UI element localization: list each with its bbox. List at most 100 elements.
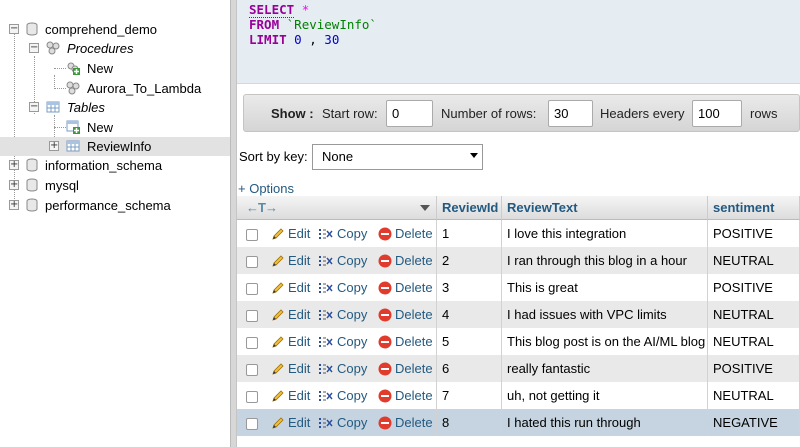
expand-icon[interactable]: + [49, 141, 59, 151]
delete-button[interactable]: Delete [378, 333, 433, 350]
cell-reviewtext[interactable]: I love this integration [502, 220, 709, 247]
expand-icon[interactable]: + [9, 180, 19, 190]
headers-every-input[interactable] [692, 100, 742, 127]
edit-button[interactable]: Edit [271, 252, 310, 269]
edit-cell: Edit [271, 328, 318, 355]
delete-button[interactable]: Delete [378, 387, 433, 404]
cell-reviewid[interactable]: 1 [437, 220, 503, 247]
routine-icon [66, 81, 80, 95]
row-checkbox[interactable] [246, 417, 258, 430]
row-checkbox[interactable] [246, 255, 258, 268]
copy-button[interactable]: Copy [318, 306, 367, 323]
tables-icon [46, 101, 60, 113]
copy-icon [319, 229, 333, 240]
column-header-reviewtext[interactable]: ReviewText [502, 196, 709, 220]
edit-button[interactable]: Edit [271, 414, 311, 431]
cell-reviewid[interactable]: 5 [437, 328, 503, 355]
start-row-input[interactable] [386, 100, 433, 127]
delete-button[interactable]: Delete [378, 252, 433, 269]
new-procedure-icon [67, 62, 80, 75]
cell-reviewtext[interactable]: This is great [502, 274, 709, 301]
copy-button[interactable]: Copy [318, 279, 367, 296]
cell-sentiment[interactable]: POSITIVE [708, 355, 800, 382]
cell-reviewid[interactable]: 2 [437, 247, 503, 274]
tree-item-reviewinfo[interactable]: + ReviewInfo [0, 137, 230, 156]
column-resize-icon[interactable]: ←T→ [246, 200, 278, 215]
cell-sentiment[interactable]: NEGATIVE [708, 409, 800, 436]
copy-button[interactable]: Copy [318, 333, 367, 350]
cell-reviewtext[interactable]: This blog post is on the AI/ML blog [502, 328, 709, 355]
cell-sentiment[interactable]: NEUTRAL [708, 247, 800, 274]
expand-icon[interactable]: + [9, 160, 19, 170]
cell-sentiment[interactable]: NEUTRAL [708, 382, 800, 409]
table-row[interactable]: Edit Copy Delete 2 I ran through this blog i… [237, 247, 800, 274]
table-row[interactable]: Edit Copy Delete 4 I had issues with VPC lim… [237, 301, 800, 328]
copy-button[interactable]: Copy [318, 225, 367, 242]
cell-sentiment[interactable]: NEUTRAL [708, 328, 800, 355]
panel-divider[interactable] [230, 0, 237, 447]
collapse-icon[interactable]: − [29, 102, 39, 112]
number-of-rows-input[interactable] [548, 100, 593, 127]
cell-sentiment[interactable]: POSITIVE [708, 220, 800, 247]
cell-reviewtext[interactable]: I had issues with VPC limits [502, 301, 709, 328]
cell-reviewid[interactable]: 3 [437, 274, 503, 301]
column-header-sentiment[interactable]: sentiment [708, 196, 800, 220]
delete-button[interactable]: Delete [378, 360, 433, 377]
row-select-cell [237, 220, 271, 247]
cell-reviewtext[interactable]: I hated this run through [502, 409, 709, 436]
delete-button[interactable]: Delete [378, 279, 433, 296]
options-link[interactable]: + Options [238, 181, 294, 196]
row-checkbox[interactable] [246, 309, 258, 322]
procedures-icon [46, 41, 60, 55]
table-row[interactable]: Edit Copy Delete 7 uh, not getting it NEUTRAL [237, 382, 800, 409]
cell-reviewid[interactable]: 7 [437, 382, 503, 409]
delete-cell: Delete [378, 247, 438, 274]
pencil-icon [272, 390, 284, 402]
edit-button[interactable]: Edit [271, 360, 310, 377]
column-header-reviewid[interactable]: ReviewId [437, 196, 503, 220]
row-checkbox[interactable] [246, 228, 258, 241]
edit-button[interactable]: Edit [271, 333, 310, 350]
cell-reviewid[interactable]: 6 [437, 355, 503, 382]
copy-button[interactable]: Copy [318, 360, 367, 377]
database-icon [26, 198, 38, 212]
cell-sentiment[interactable]: NEUTRAL [708, 301, 800, 328]
collapse-icon[interactable]: − [29, 43, 39, 53]
row-checkbox[interactable] [246, 336, 258, 349]
delete-button[interactable]: Delete [378, 225, 433, 242]
collapse-icon[interactable]: − [9, 24, 19, 34]
number-of-rows-label: Number of rows: [441, 106, 537, 121]
table-row[interactable]: Edit Copy Delete 3 This is great POSITIVE [237, 274, 800, 301]
row-checkbox[interactable] [246, 390, 258, 403]
sort-down-icon[interactable] [420, 205, 431, 212]
delete-label: Delete [395, 415, 433, 431]
table-row[interactable]: Edit Copy Delete 6 really fantastic POSITIVE [237, 355, 800, 382]
edit-button[interactable]: Edit [271, 279, 310, 296]
copy-button[interactable]: Copy [318, 387, 367, 404]
sql-number: 30 [324, 32, 340, 47]
copy-button[interactable]: Copy [318, 414, 367, 431]
cell-sentiment[interactable]: POSITIVE [708, 274, 800, 301]
sort-by-key-select[interactable]: None [312, 144, 483, 170]
table-row[interactable]: Edit Copy Delete 1 I love this integration PO… [237, 220, 800, 247]
cell-reviewtext[interactable]: really fantastic [502, 355, 709, 382]
edit-label: Edit [288, 415, 311, 431]
delete-button[interactable]: Delete [378, 306, 433, 323]
cell-reviewtext[interactable]: uh, not getting it [502, 382, 709, 409]
row-checkbox[interactable] [246, 363, 258, 376]
row-checkbox[interactable] [246, 282, 258, 295]
delete-button[interactable]: Delete [378, 414, 433, 431]
cell-reviewid[interactable]: 8 [437, 409, 503, 436]
cell-reviewtext[interactable]: I ran through this blog in a hour [502, 247, 709, 274]
edit-button[interactable]: Edit [271, 387, 310, 404]
main-panel: SELECT * FROM `ReviewInfo` LIMIT 0 , 30 … [237, 0, 800, 447]
table-row[interactable]: Edit Copy Delete 8 I hated this run through N… [237, 409, 800, 436]
copy-icon [319, 418, 333, 429]
copy-cell: Copy [318, 409, 378, 436]
table-row[interactable]: Edit Copy Delete 5 This blog post is on the … [237, 328, 800, 355]
copy-button[interactable]: Copy [318, 252, 367, 269]
cell-reviewid[interactable]: 4 [437, 301, 503, 328]
edit-button[interactable]: Edit [271, 306, 310, 323]
expand-icon[interactable]: + [9, 200, 19, 210]
edit-button[interactable]: Edit [271, 225, 310, 242]
